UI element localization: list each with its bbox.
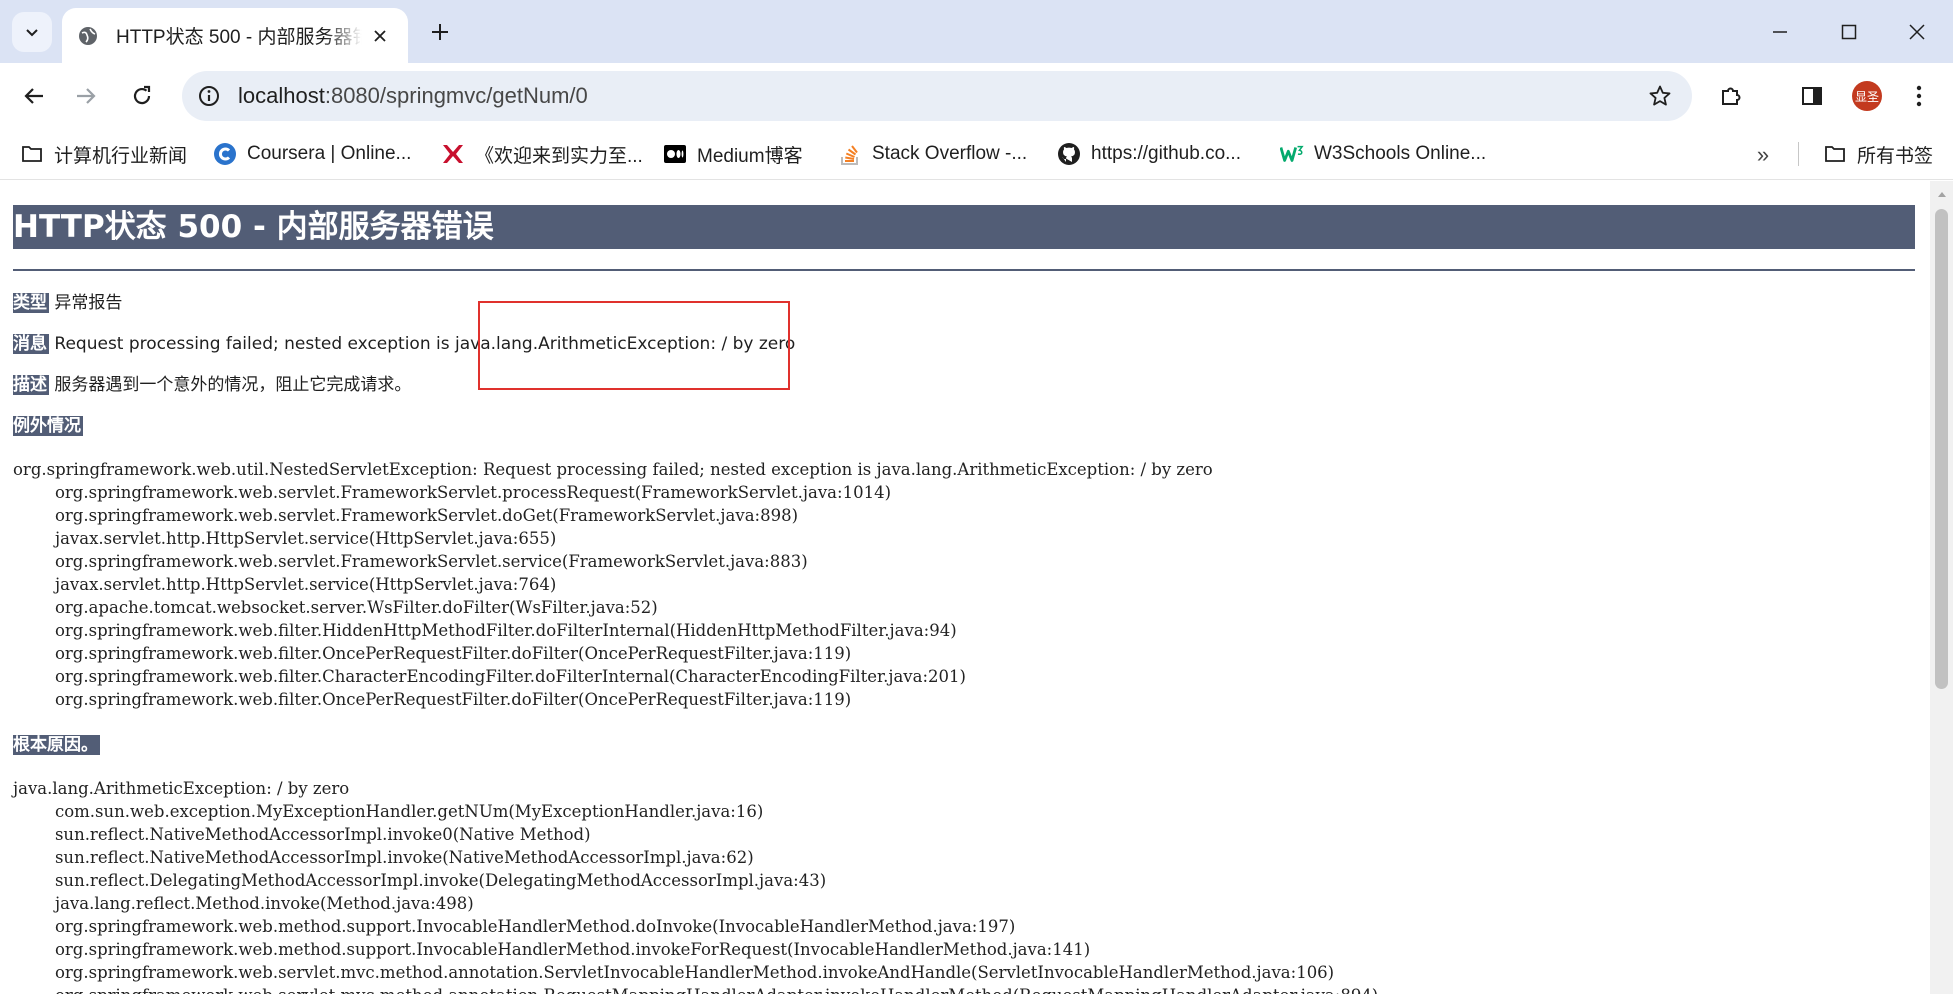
- scroll-up-arrow-icon[interactable]: [1930, 185, 1953, 203]
- arrow-right-icon: [77, 88, 96, 104]
- folder-icon: [20, 142, 44, 166]
- puzzle-icon: [1722, 87, 1741, 105]
- page-title: HTTP状态 500 - 内部服务器错误: [13, 205, 1915, 249]
- bookmarks-divider: [1798, 142, 1799, 166]
- new-tab-button[interactable]: [424, 16, 456, 48]
- reload-icon: [133, 85, 151, 105]
- root-cause-stack-trace: java.lang.ArithmeticException: / by zero…: [13, 779, 1378, 994]
- bookmark-red-icon: [441, 142, 465, 166]
- exception-heading-row: 例外情况: [13, 414, 1915, 438]
- globe-icon: [76, 24, 100, 48]
- chevron-down-icon: [26, 29, 38, 37]
- tab-search-button[interactable]: [12, 12, 52, 52]
- error-page: HTTP状态 500 - 内部服务器错误 类型 异常报告 消息 Request …: [13, 205, 1915, 994]
- address-bar[interactable]: localhost:8080/springmvc/getNum/0: [182, 71, 1692, 121]
- bookmark-item[interactable]: W3Schools Online...: [1280, 138, 1486, 170]
- root-cause-heading-row: 根本原因。: [13, 733, 1915, 757]
- bookmark-item[interactable]: https://github.co...: [1057, 138, 1241, 170]
- description-value: 服务器遇到一个意外的情况，阻止它完成请求。: [54, 375, 412, 395]
- url-host: localhost: [238, 83, 325, 108]
- bookmark-label: Medium博客: [697, 145, 803, 167]
- bookmarks-bar: 计算机行业新闻 Coursera | Online... 《欢迎来到实力至...…: [0, 128, 1953, 180]
- annotation-highlight-box: [478, 301, 790, 390]
- profile-avatar[interactable]: 显圣: [1852, 81, 1882, 111]
- bookmark-label: Stack Overflow -...: [872, 143, 1028, 164]
- bookmark-label: W3Schools Online...: [1314, 143, 1487, 164]
- stackoverflow-icon: [838, 142, 862, 166]
- message-label: 消息: [13, 334, 49, 354]
- bookmark-item[interactable]: 《欢迎来到实力至...: [441, 138, 643, 170]
- description-row: 描述 服务器遇到一个意外的情况，阻止它完成请求。: [13, 373, 1915, 397]
- bookmarks-overflow-button[interactable]: »: [1748, 140, 1778, 170]
- root-cause-label: 根本原因。: [13, 735, 100, 755]
- bookmark-label: 《欢迎来到实力至...: [475, 145, 643, 167]
- medium-icon: [663, 142, 687, 166]
- type-row: 类型 异常报告: [13, 291, 1915, 315]
- side-panel-icon: [1802, 87, 1822, 105]
- bookmark-item[interactable]: Medium博客: [663, 138, 803, 170]
- browser-toolbar: localhost:8080/springmvc/getNum/0 显圣: [0, 63, 1953, 128]
- exception-stack-trace: org.springframework.web.util.NestedServl…: [13, 460, 1213, 709]
- bookmark-star-icon[interactable]: [1646, 82, 1674, 110]
- type-label: 类型: [13, 293, 49, 313]
- all-bookmarks-button[interactable]: 所有书签: [1823, 138, 1933, 170]
- bookmark-item[interactable]: Coursera | Online...: [213, 138, 411, 170]
- scroll-thumb[interactable]: [1935, 209, 1948, 689]
- folder-icon: [1823, 142, 1847, 166]
- url-text[interactable]: localhost:8080/springmvc/getNum/0: [238, 82, 588, 110]
- forward-button[interactable]: [67, 77, 105, 115]
- more-vertical-icon: [1916, 85, 1922, 107]
- tab-strip: HTTP状态 500 - 内部服务器错误: [0, 0, 1953, 63]
- extensions-button[interactable]: [1712, 77, 1750, 115]
- type-value: 异常报告: [54, 293, 123, 313]
- description-label: 描述: [13, 375, 49, 395]
- site-info-icon[interactable]: [194, 81, 224, 111]
- active-tab[interactable]: HTTP状态 500 - 内部服务器错误: [62, 8, 408, 63]
- maximize-icon: [1841, 24, 1857, 40]
- page-viewport: HTTP状态 500 - 内部服务器错误 类型 异常报告 消息 Request …: [0, 181, 1930, 994]
- plus-icon: [432, 24, 448, 40]
- message-row: 消息 Request processing failed; nested exc…: [13, 332, 1915, 356]
- bookmark-item[interactable]: 计算机行业新闻: [20, 138, 187, 170]
- exception-label: 例外情况: [13, 416, 83, 436]
- url-path: :8080/springmvc/getNum/0: [324, 83, 588, 108]
- close-window-button[interactable]: [1895, 12, 1939, 52]
- coursera-icon: [213, 142, 237, 166]
- reload-button[interactable]: [123, 77, 161, 115]
- back-button[interactable]: [15, 77, 53, 115]
- tab-title: HTTP状态 500 - 内部服务器错误: [116, 27, 362, 48]
- bookmark-item[interactable]: Stack Overflow -...: [838, 138, 1027, 170]
- title-divider: [13, 269, 1915, 271]
- minimize-button[interactable]: [1758, 12, 1802, 52]
- github-icon: [1057, 142, 1081, 166]
- arrow-left-icon: [24, 88, 43, 104]
- page-scrollbar[interactable]: [1930, 181, 1953, 994]
- close-icon: [1909, 24, 1925, 40]
- close-tab-icon[interactable]: [368, 24, 392, 48]
- bookmark-label: Coursera | Online...: [247, 143, 412, 164]
- side-panel-button[interactable]: [1793, 77, 1831, 115]
- all-bookmarks-label: 所有书签: [1857, 145, 1934, 167]
- w3schools-icon: [1280, 142, 1304, 166]
- menu-button[interactable]: [1900, 77, 1938, 115]
- minimize-icon: [1773, 31, 1787, 33]
- bookmark-label: https://github.co...: [1091, 143, 1241, 164]
- maximize-button[interactable]: [1827, 12, 1871, 52]
- bookmark-label: 计算机行业新闻: [54, 145, 188, 167]
